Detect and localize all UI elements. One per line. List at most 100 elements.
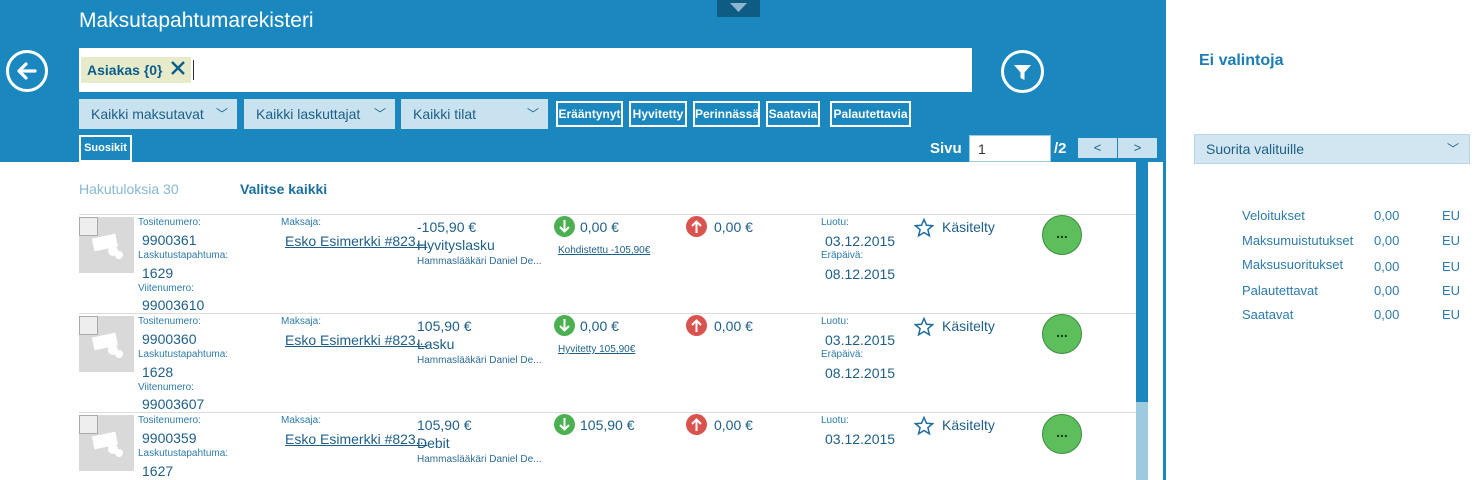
- panel-divider: [1163, 0, 1166, 480]
- filter-button[interactable]: [1001, 50, 1044, 93]
- biller-name: Hammaslääkäri Daniel De...: [417, 256, 542, 267]
- document-type: Hyvityslasku: [417, 237, 495, 253]
- next-page-button[interactable]: >: [1118, 138, 1157, 158]
- table-row[interactable]: Tositenumero: 9900361 Laskutustapahtuma:…: [79, 214, 1137, 313]
- table-row[interactable]: Tositenumero: 9900360 Laskutustapahtuma:…: [79, 313, 1137, 412]
- voucher-value: 9900361: [142, 232, 197, 248]
- billing-event-value: 1628: [142, 364, 174, 380]
- voucher-value: 9900360: [142, 331, 197, 347]
- status-label: Käsitelty: [942, 219, 995, 235]
- tag-overdue[interactable]: Erääntynyt: [556, 101, 623, 127]
- created-value: 03.12.2015: [825, 431, 896, 447]
- payer-link[interactable]: Esko Esimerkki #823...: [285, 332, 427, 348]
- document-type: Lasku: [417, 336, 455, 352]
- created-label: Luotu:: [821, 415, 849, 426]
- reference-value: 99003607: [142, 396, 205, 412]
- amount-value: 105,90 €: [417, 318, 472, 334]
- money-icon: [91, 233, 123, 259]
- arrow-up-icon: [686, 315, 707, 336]
- arrow-down-icon: [554, 216, 575, 237]
- more-button[interactable]: ...: [1042, 414, 1082, 454]
- paid-value: 0,00 €: [580, 219, 619, 235]
- tag-refundable[interactable]: Palautettavia: [830, 101, 911, 127]
- text-caret: [193, 60, 194, 80]
- paid-value: 0,00 €: [580, 318, 619, 334]
- summary-label: Veloitukset: [1242, 208, 1305, 223]
- summary-row: Veloitukset 0,00 EU: [1242, 208, 1472, 232]
- paid-note-link[interactable]: Kohdistettu -105,90€: [558, 245, 650, 256]
- collapse-tab[interactable]: [717, 0, 760, 17]
- returned-value: 0,00 €: [714, 318, 753, 334]
- payment-thumbnail: [79, 415, 134, 471]
- page-label: Sivu: [930, 140, 962, 157]
- created-label: Luotu:: [821, 217, 849, 228]
- payment-methods-label: Kaikki maksutavat: [91, 106, 204, 122]
- tag-credited[interactable]: Hyvitetty: [629, 101, 687, 127]
- action-dropdown-label: Suorita valituille: [1206, 141, 1305, 157]
- billing-event-value: 1629: [142, 265, 174, 281]
- tag-receivables[interactable]: Saatavia: [766, 101, 820, 127]
- summary-unit: EU: [1442, 259, 1461, 274]
- payer-link[interactable]: Esko Esimerkki #823...: [285, 233, 427, 249]
- created-value: 03.12.2015: [825, 332, 896, 348]
- tag-collection[interactable]: Perinnässä: [693, 101, 760, 127]
- star-icon[interactable]: [914, 317, 934, 337]
- amount-value: -105,90 €: [417, 219, 477, 235]
- amount-value: 105,90 €: [417, 417, 472, 433]
- due-label: Eräpäivä:: [821, 349, 864, 360]
- returned-value: 0,00 €: [714, 219, 753, 235]
- star-icon[interactable]: [914, 416, 934, 436]
- action-dropdown[interactable]: Suorita valituille ﹀: [1194, 134, 1470, 164]
- close-icon[interactable]: [170, 57, 185, 83]
- payer-label: Maksaja:: [281, 415, 322, 426]
- summary-row: Maksumuistutukset 0,00 EU: [1242, 233, 1472, 257]
- more-button[interactable]: ...: [1042, 314, 1082, 354]
- summary-label: Palautettavat: [1242, 283, 1318, 298]
- money-icon: [91, 431, 123, 457]
- billers-dropdown[interactable]: Kaikki laskuttajat ﹀: [244, 99, 395, 129]
- payer-link[interactable]: Esko Esimerkki #823...: [285, 431, 427, 447]
- payment-thumbnail: [79, 217, 134, 273]
- chevron-down-icon: ﹀: [373, 107, 386, 121]
- chevron-down-icon: [730, 3, 747, 12]
- summary-row: Palautettavat 0,00 EU: [1242, 283, 1472, 307]
- page-title: Maksutapahtumarekisteri: [79, 9, 314, 32]
- search-input[interactable]: Asiakas {0}: [79, 48, 972, 92]
- due-value: 08.12.2015: [825, 266, 896, 282]
- status-label: Käsitelty: [942, 318, 995, 334]
- summary-unit: EU: [1442, 208, 1461, 223]
- summary-unit: EU: [1442, 233, 1461, 248]
- voucher-label: Tositenumero:: [138, 217, 201, 228]
- states-dropdown[interactable]: Kaikki tilat ﹀: [401, 99, 548, 129]
- payment-thumbnail: [79, 316, 134, 372]
- more-button[interactable]: ...: [1042, 215, 1082, 255]
- reference-value: 99003610: [142, 297, 205, 313]
- page-number-input[interactable]: [969, 135, 1051, 162]
- paid-note-link[interactable]: Hyvitetty 105,90€: [558, 344, 635, 355]
- app-root: Maksutapahtumarekisteri Asiakas {0} Kaik…: [0, 0, 1481, 480]
- scrollbar-thumb[interactable]: [1136, 162, 1148, 402]
- list-scrollbar[interactable]: [1136, 162, 1148, 480]
- page-total: /2: [1054, 140, 1067, 157]
- billing-event-label: Laskutustapahtuma:: [138, 349, 229, 360]
- summary-unit: EU: [1442, 307, 1461, 322]
- search-chip-label: Asiakas {0}: [87, 62, 163, 78]
- star-icon[interactable]: [914, 218, 934, 238]
- payment-methods-dropdown[interactable]: Kaikki maksutavat ﹀: [79, 99, 237, 129]
- back-button[interactable]: [6, 50, 48, 92]
- payer-label: Maksaja:: [281, 217, 322, 228]
- favorites-button[interactable]: Suosikit: [79, 135, 132, 162]
- biller-name: Hammaslääkäri Daniel De...: [417, 454, 542, 465]
- reference-label: Viitenumero:: [138, 283, 194, 294]
- results-count: Hakutuloksia 30: [79, 181, 179, 197]
- prev-page-button[interactable]: <: [1078, 138, 1117, 158]
- returned-value: 0,00 €: [714, 417, 753, 433]
- states-label: Kaikki tilat: [413, 106, 477, 122]
- filter-icon: [1014, 65, 1031, 80]
- selection-title: Ei valintoja: [1199, 52, 1284, 69]
- table-row[interactable]: Tositenumero: 9900359 Laskutustapahtuma:…: [79, 412, 1137, 480]
- document-type: Debit: [417, 435, 450, 451]
- select-all-link[interactable]: Valitse kaikki: [240, 181, 327, 197]
- summary-value: 0,00: [1374, 283, 1400, 298]
- chevron-down-icon: ﹀: [215, 107, 228, 121]
